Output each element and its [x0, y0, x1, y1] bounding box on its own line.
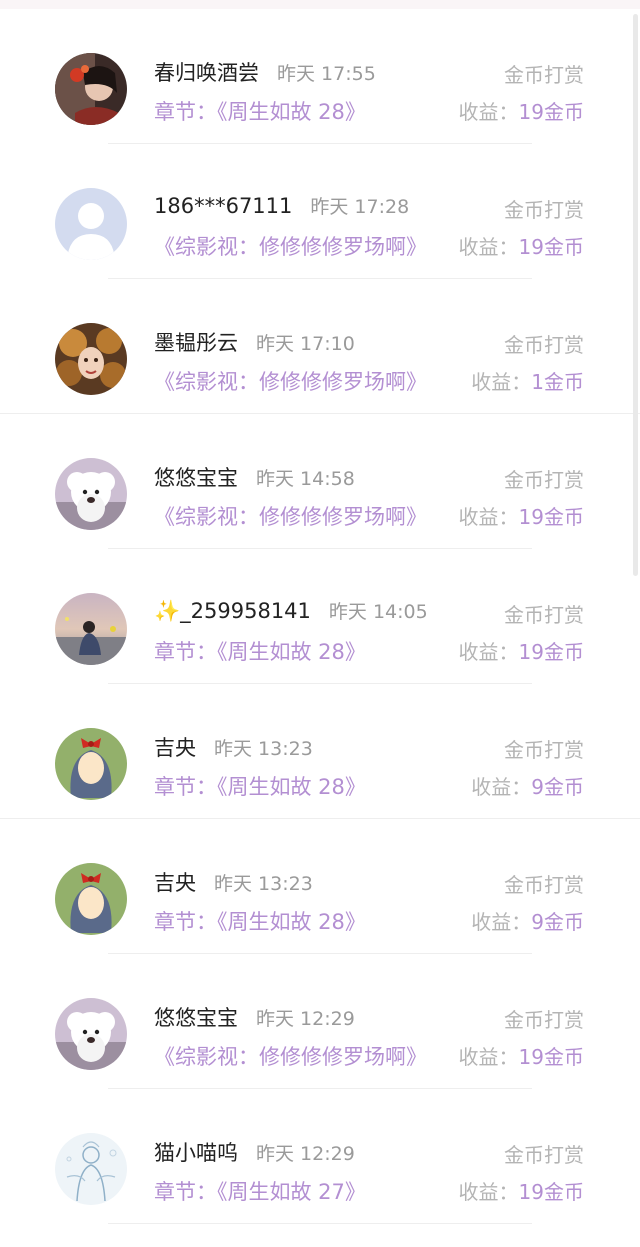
user-name: 春归唤酒尝	[154, 61, 259, 85]
user-avatar[interactable]	[55, 728, 127, 800]
user-name: 猫小喵呜	[154, 1141, 238, 1165]
top-strip	[0, 0, 640, 9]
income-line: 收益：19金币	[459, 1041, 584, 1070]
reward-time: 昨天 17:28	[310, 196, 410, 218]
income-label: 收益：	[471, 910, 532, 934]
user-avatar[interactable]	[55, 863, 127, 935]
user-avatar[interactable]	[55, 998, 127, 1070]
chapter-link[interactable]: 章节：《周生如故 28》	[154, 96, 366, 126]
chapter-link[interactable]: 章节：《周生如故 28》	[154, 771, 366, 801]
user-name-line: ✨_259958141 昨天 14:05	[154, 597, 428, 624]
chapter-link[interactable]: 《综影视：修修修修罗场啊》	[154, 231, 427, 261]
reward-time: 昨天 12:29	[256, 1008, 355, 1030]
reward-type: 金币打赏	[504, 603, 584, 627]
reward-time: 昨天 17:55	[277, 63, 376, 85]
income-label: 收益：	[458, 1180, 519, 1204]
reward-type: 金币打赏	[504, 873, 584, 897]
income-line: 收益：1金币	[471, 366, 584, 395]
reward-record-row[interactable]: ✨_259958141 昨天 14:05 章节：《周生如故 28》 金币打赏 收益…	[0, 549, 640, 684]
user-name: 悠悠宝宝	[154, 1006, 238, 1030]
income-label: 收益：	[458, 505, 519, 529]
reward-type: 金币打赏	[504, 1143, 584, 1167]
user-avatar[interactable]	[55, 1133, 127, 1205]
user-name: 吉央	[154, 736, 196, 760]
user-name: 186***67111	[154, 194, 293, 218]
reward-type: 金币打赏	[504, 738, 584, 762]
income-line: 收益：9金币	[471, 906, 584, 935]
user-avatar[interactable]	[55, 458, 127, 530]
income-line: 收益：19金币	[459, 636, 584, 665]
reward-time: 昨天 13:23	[214, 873, 313, 895]
income-value: 19金币	[518, 1180, 584, 1204]
reward-record-list: 春归唤酒尝 昨天 17:55 章节：《周生如故 28》 金币打赏 收益：19金币 …	[0, 9, 640, 1224]
income-line: 收益：19金币	[459, 231, 584, 260]
user-avatar[interactable]	[55, 593, 127, 665]
reward-record-row[interactable]: 悠悠宝宝 昨天 14:58 《综影视：修修修修罗场啊》 金币打赏 收益：19金币	[0, 414, 640, 549]
income-label: 收益：	[458, 1045, 519, 1069]
chapter-link[interactable]: 章节：《周生如故 27》	[154, 1176, 366, 1206]
reward-time: 昨天 14:58	[256, 468, 355, 490]
user-name: ✨_259958141	[154, 599, 311, 623]
income-value: 19金币	[518, 1045, 584, 1069]
reward-type: 金币打赏	[504, 198, 584, 222]
income-line: 收益：9金币	[471, 771, 584, 800]
chapter-link[interactable]: 《综影视：修修修修罗场啊》	[154, 1041, 427, 1071]
chapter-link[interactable]: 章节：《周生如故 28》	[154, 636, 366, 666]
income-value: 19金币	[518, 235, 584, 259]
chapter-link[interactable]: 章节：《周生如故 28》	[154, 906, 366, 936]
reward-record-row[interactable]: 悠悠宝宝 昨天 12:29 《综影视：修修修修罗场啊》 金币打赏 收益：19金币	[0, 954, 640, 1089]
reward-record-row[interactable]: 春归唤酒尝 昨天 17:55 章节：《周生如故 28》 金币打赏 收益：19金币	[0, 9, 640, 144]
user-name-line: 悠悠宝宝 昨天 12:29	[154, 1002, 355, 1032]
reward-time: 昨天 13:23	[214, 738, 313, 760]
reward-record-row[interactable]: 186***67111 昨天 17:28 《综影视：修修修修罗场啊》 金币打赏 收…	[0, 144, 640, 279]
income-label: 收益：	[458, 235, 519, 259]
scrollbar[interactable]	[633, 14, 638, 576]
user-name-line: 186***67111 昨天 17:28	[154, 192, 409, 219]
user-name-line: 吉央 昨天 13:23	[154, 867, 313, 897]
user-name-line: 悠悠宝宝 昨天 14:58	[154, 462, 355, 492]
reward-type: 金币打赏	[504, 63, 584, 87]
income-value: 9金币	[531, 775, 584, 799]
user-name: 吉央	[154, 871, 196, 895]
user-name: 悠悠宝宝	[154, 466, 238, 490]
reward-record-row[interactable]: 墨韫彤云 昨天 17:10 《综影视：修修修修罗场啊》 金币打赏 收益：1金币	[0, 279, 640, 414]
income-label: 收益：	[471, 370, 532, 394]
reward-record-row[interactable]: 猫小喵呜 昨天 12:29 章节：《周生如故 27》 金币打赏 收益：19金币	[0, 1089, 640, 1224]
user-name-line: 猫小喵呜 昨天 12:29	[154, 1137, 355, 1167]
reward-type: 金币打赏	[504, 468, 584, 492]
user-name-line: 吉央 昨天 13:23	[154, 732, 313, 762]
income-line: 收益：19金币	[459, 1176, 584, 1205]
reward-time: 昨天 17:10	[256, 333, 355, 355]
user-name-line: 春归唤酒尝 昨天 17:55	[154, 57, 376, 87]
user-avatar[interactable]	[55, 53, 127, 125]
user-avatar[interactable]	[55, 323, 127, 395]
chapter-link[interactable]: 《综影视：修修修修罗场啊》	[154, 366, 427, 396]
chapter-link[interactable]: 《综影视：修修修修罗场啊》	[154, 501, 427, 531]
reward-type: 金币打赏	[504, 333, 584, 357]
reward-time: 昨天 14:05	[328, 601, 428, 623]
income-value: 9金币	[531, 910, 584, 934]
income-line: 收益：19金币	[459, 501, 584, 530]
reward-record-row[interactable]: 吉央 昨天 13:23 章节：《周生如故 28》 金币打赏 收益：9金币	[0, 684, 640, 819]
user-name: 墨韫彤云	[154, 331, 238, 355]
income-label: 收益：	[458, 100, 519, 124]
income-value: 19金币	[518, 100, 584, 124]
income-value: 1金币	[531, 370, 584, 394]
income-value: 19金币	[518, 505, 584, 529]
income-line: 收益：19金币	[459, 96, 584, 125]
user-avatar[interactable]	[55, 188, 127, 260]
income-label: 收益：	[471, 775, 532, 799]
income-label: 收益：	[458, 640, 519, 664]
reward-time: 昨天 12:29	[256, 1143, 355, 1165]
reward-type: 金币打赏	[504, 1008, 584, 1032]
income-value: 19金币	[518, 640, 584, 664]
user-name-line: 墨韫彤云 昨天 17:10	[154, 327, 355, 357]
reward-record-row[interactable]: 吉央 昨天 13:23 章节：《周生如故 28》 金币打赏 收益：9金币	[0, 819, 640, 954]
